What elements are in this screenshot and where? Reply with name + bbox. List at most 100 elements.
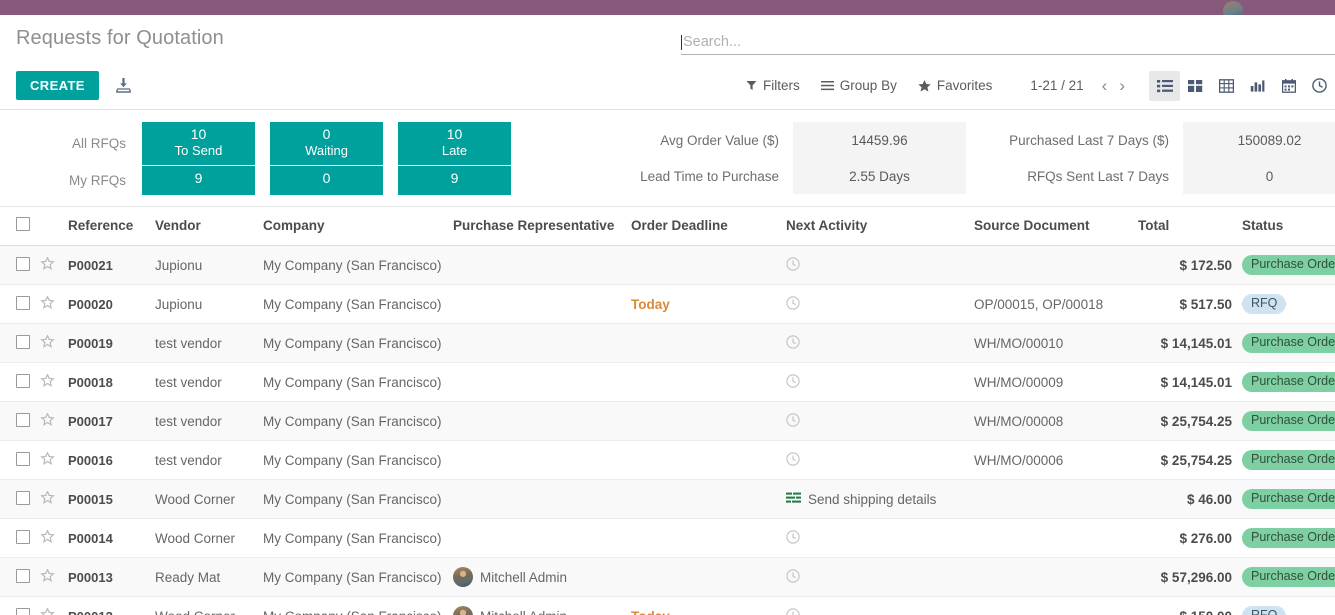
clock-icon[interactable] — [786, 256, 800, 274]
table-row[interactable]: P00019 test vendor My Company (San Francis… — [0, 323, 1335, 363]
header-status[interactable]: Status — [1232, 207, 1335, 246]
view-switcher-kanban[interactable] — [1180, 71, 1211, 101]
cell-reference[interactable]: P00016 — [68, 440, 155, 480]
clock-icon[interactable] — [786, 451, 800, 469]
cell-reference[interactable]: P00020 — [68, 284, 155, 324]
header-deadline[interactable]: Order Deadline — [631, 207, 786, 246]
row-checkbox[interactable] — [16, 334, 30, 349]
table-row[interactable]: P00015 Wood Corner My Company (San Francis… — [0, 479, 1335, 519]
tile-to-send-all[interactable]: 10 To Send — [142, 121, 255, 166]
favorite-star-icon[interactable] — [40, 450, 55, 469]
filters-menu[interactable]: Filters — [746, 78, 800, 93]
search-input[interactable]: Search... — [683, 34, 741, 50]
groupby-menu[interactable]: Group By — [820, 78, 897, 93]
row-checkbox[interactable] — [16, 568, 30, 583]
pager-previous-button[interactable]: ‹ — [1096, 77, 1114, 94]
tile-waiting-my[interactable]: 0 — [270, 165, 383, 195]
view-switcher-activity[interactable] — [1304, 71, 1335, 101]
favorite-star-icon[interactable] — [40, 411, 55, 430]
cell-next-activity[interactable] — [786, 401, 974, 441]
clock-icon[interactable] — [786, 334, 800, 352]
reference-value: P00013 — [68, 569, 113, 585]
row-checkbox[interactable] — [16, 607, 30, 615]
breadcrumb[interactable]: Requests for Quotation — [0, 25, 224, 51]
pager-next-button[interactable]: › — [1113, 77, 1131, 94]
favorite-star-icon[interactable] — [40, 567, 55, 586]
view-switcher-graph[interactable] — [1242, 71, 1273, 101]
table-row[interactable]: P00012 Wood CornerMy Company (San Francis… — [0, 596, 1335, 615]
row-checkbox[interactable] — [16, 295, 30, 310]
star-icon — [918, 79, 931, 92]
favorite-star-icon[interactable] — [40, 372, 55, 391]
tile-late-my[interactable]: 9 — [398, 165, 511, 195]
view-switcher-calendar[interactable] — [1273, 71, 1304, 101]
cell-reference[interactable]: P00014 — [68, 518, 155, 558]
cell-next-activity[interactable] — [786, 245, 974, 285]
favorite-star-icon[interactable] — [40, 606, 55, 615]
table-row[interactable]: P00016 test vendor My Company (San Francis… — [0, 440, 1335, 480]
cell-next-activity[interactable] — [786, 518, 974, 558]
table-row[interactable]: P00021 Jupionu My Company (San Francisco) $… — [0, 245, 1335, 285]
avatar — [453, 606, 473, 615]
favorite-star-icon[interactable] — [40, 489, 55, 508]
clock-icon[interactable] — [786, 373, 800, 391]
select-all-checkbox[interactable] — [16, 217, 30, 231]
cell-next-activity[interactable] — [786, 323, 974, 363]
tile-late-label: Late — [441, 142, 468, 158]
favorite-star-icon[interactable] — [40, 333, 55, 352]
cell-reference[interactable]: P00021 — [68, 245, 155, 285]
header-next-activity[interactable]: Next Activity — [786, 207, 974, 246]
cell-next-activity[interactable] — [786, 284, 974, 324]
view-switcher-list[interactable] — [1149, 70, 1180, 101]
table-row[interactable]: P00013 Ready Mat My Company (San Francisco… — [0, 557, 1335, 597]
row-checkbox[interactable] — [16, 490, 30, 505]
row-checkbox[interactable] — [16, 373, 30, 388]
row-checkbox[interactable] — [16, 412, 30, 427]
clock-icon[interactable] — [786, 412, 800, 430]
table-row[interactable]: P00014 Wood Corner My Company (San Francis… — [0, 518, 1335, 558]
table-row[interactable]: P00017 test vendor My Company (San Francis… — [0, 401, 1335, 441]
clock-icon[interactable] — [786, 295, 800, 313]
row-star-cell — [40, 284, 68, 324]
cell-reference[interactable]: P00012 — [68, 596, 155, 615]
row-checkbox[interactable] — [16, 451, 30, 466]
tile-to-send-my[interactable]: 9 — [142, 165, 255, 195]
search-view[interactable]: Search... — [681, 34, 1335, 55]
cell-next-activity[interactable] — [786, 440, 974, 480]
favorites-menu[interactable]: Favorites — [918, 78, 992, 93]
row-checkbox[interactable] — [16, 256, 30, 271]
cell-next-activity[interactable] — [786, 596, 974, 615]
row-checkbox[interactable] — [16, 529, 30, 544]
status-badge: Purchase Order — [1242, 372, 1335, 392]
cell-source-document: OP/00015, OP/00018 — [974, 284, 1138, 324]
favorite-star-icon[interactable] — [40, 294, 55, 313]
header-reference[interactable]: Reference — [68, 207, 155, 246]
tile-late-all[interactable]: 10 Late — [398, 121, 511, 166]
cell-next-activity[interactable] — [786, 362, 974, 402]
clock-icon[interactable] — [786, 529, 800, 547]
tile-waiting-all[interactable]: 0 Waiting — [270, 121, 383, 166]
table-row[interactable]: P00020 Jupionu My Company (San Francisco) T… — [0, 284, 1335, 324]
header-company[interactable]: Company — [263, 207, 453, 246]
create-button[interactable]: CREATE — [16, 71, 99, 100]
cell-reference[interactable]: P00019 — [68, 323, 155, 363]
import-download-icon[interactable] — [115, 77, 132, 94]
favorite-star-icon[interactable] — [40, 528, 55, 547]
todo-list-icon[interactable] — [786, 492, 801, 507]
cell-next-activity[interactable] — [786, 557, 974, 597]
header-vendor[interactable]: Vendor — [155, 207, 263, 246]
cell-next-activity[interactable]: Send shipping details — [786, 479, 974, 519]
favorite-star-icon[interactable] — [40, 255, 55, 274]
view-switcher-pivot[interactable] — [1211, 71, 1242, 101]
header-source-document[interactable]: Source Document — [974, 207, 1138, 246]
clock-icon[interactable] — [786, 607, 800, 615]
cell-reference[interactable]: P00018 — [68, 362, 155, 402]
clock-icon[interactable] — [786, 568, 800, 586]
table-row[interactable]: P00018 test vendor My Company (San Francis… — [0, 362, 1335, 402]
header-total[interactable]: Total — [1138, 207, 1232, 246]
header-representative[interactable]: Purchase Representative — [453, 207, 631, 246]
cell-reference[interactable]: P00015 — [68, 479, 155, 519]
cell-reference[interactable]: P00017 — [68, 401, 155, 441]
purchase-dashboard: All RFQs 10 To Send 0 Waiting 10 Late My… — [0, 110, 1335, 207]
cell-reference[interactable]: P00013 — [68, 557, 155, 597]
